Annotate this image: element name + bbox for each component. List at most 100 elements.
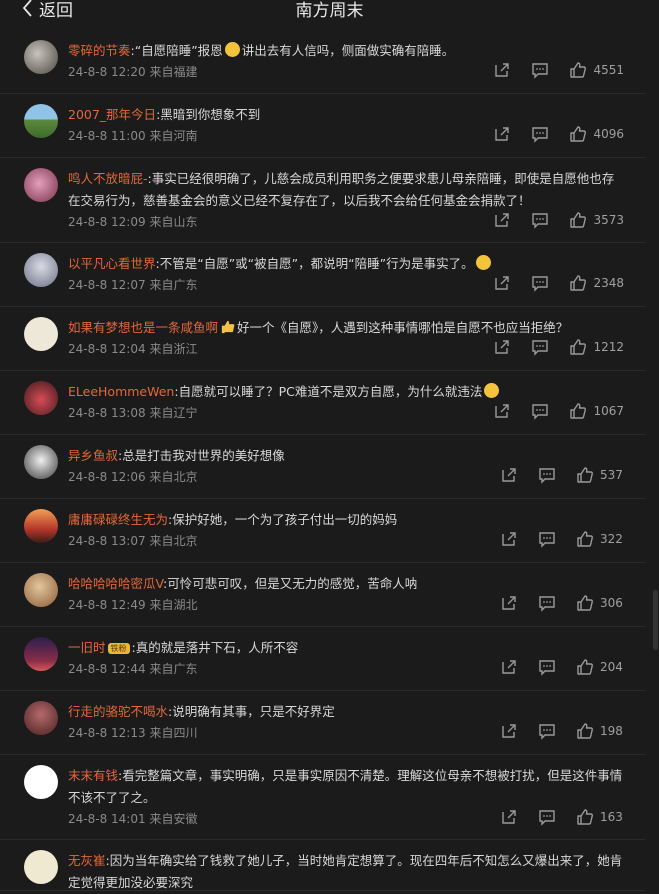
- thumbs-up-icon: [577, 809, 593, 825]
- share-icon: [502, 596, 516, 610]
- reply-button[interactable]: [531, 61, 549, 79]
- like-count: 198: [600, 724, 623, 738]
- comment-icon: [539, 810, 555, 826]
- reply-button[interactable]: [538, 658, 556, 676]
- comment-icon: [539, 660, 555, 676]
- avatar[interactable]: [24, 573, 58, 607]
- username-link[interactable]: 末末有钱: [68, 768, 118, 783]
- reply-button[interactable]: [538, 808, 556, 826]
- share-icon: [502, 660, 516, 674]
- comment-meta: 24-8-8 13:08 来自辽宁: [68, 404, 197, 421]
- like-button[interactable]: 3573: [569, 211, 624, 229]
- like-button[interactable]: 322: [576, 530, 624, 548]
- like-button[interactable]: 1212: [569, 338, 624, 356]
- thumbs-up-icon: [577, 467, 593, 483]
- like-button[interactable]: 306: [576, 594, 624, 612]
- comment-body: :说明确有其事，只是不好界定: [168, 704, 335, 719]
- avatar[interactable]: [24, 701, 58, 735]
- comment-date: 24-8-8 12:49: [68, 598, 146, 612]
- comment-item: 行走的骆驼不喝水:说明确有其事，只是不好界定 24-8-8 12:13 来自四川 1…: [0, 691, 645, 755]
- comment-text: 无灰崔:因为当年确实给了钱救了她儿子，当时她肯定想算了。现在四年后不知怎么又爆出…: [68, 850, 624, 894]
- comment-origin: 来自安徽: [149, 812, 198, 826]
- reply-button[interactable]: [538, 466, 556, 484]
- like-button[interactable]: 198: [576, 722, 624, 740]
- username-link[interactable]: 以平凡心看世界: [68, 256, 156, 271]
- username-link[interactable]: 庸庸碌碌终生无为: [68, 512, 168, 527]
- username-link[interactable]: 行走的骆驼不喝水: [68, 704, 168, 719]
- comment-origin: 来自河南: [149, 129, 198, 143]
- comment-actions: 306: [480, 594, 624, 612]
- comment-date: 24-8-8 14:01: [68, 812, 146, 826]
- username-link[interactable]: 如果有梦想也是一条咸鱼啊: [68, 320, 218, 335]
- username-link[interactable]: 鸣人不放暗屁-: [68, 171, 148, 186]
- like-button[interactable]: 537: [576, 466, 624, 484]
- reply-button[interactable]: [531, 211, 549, 229]
- username-link[interactable]: 无灰崔: [68, 853, 106, 868]
- like-count: 163: [600, 810, 623, 824]
- like-button[interactable]: 4096: [569, 125, 624, 143]
- comment-origin: 来自四川: [149, 726, 198, 740]
- share-button[interactable]: [493, 211, 511, 229]
- comment-meta: 24-8-8 12:09 来自山东: [68, 213, 197, 230]
- share-button[interactable]: [500, 722, 518, 740]
- page-title: 南方周末: [295, 1, 364, 21]
- avatar[interactable]: [24, 765, 58, 799]
- like-button[interactable]: 204: [576, 658, 624, 676]
- share-button[interactable]: [500, 658, 518, 676]
- share-button[interactable]: [500, 594, 518, 612]
- reply-button[interactable]: [538, 722, 556, 740]
- avatar[interactable]: [24, 381, 58, 415]
- comment-actions: 537: [480, 466, 624, 484]
- comment-body: :总是打击我对世界的美好想像: [118, 448, 285, 463]
- avatar[interactable]: [24, 104, 58, 138]
- like-button[interactable]: 1067: [569, 402, 624, 420]
- reply-button[interactable]: [538, 594, 556, 612]
- comment-body: :黑暗到你想象不到: [156, 107, 261, 122]
- share-button[interactable]: [493, 338, 511, 356]
- thumbs-up-icon: [570, 275, 587, 291]
- comment-date: 24-8-8 11:00: [68, 129, 146, 143]
- avatar[interactable]: [24, 168, 58, 202]
- share-button[interactable]: [493, 402, 511, 420]
- laughing-face-emoji-icon: [224, 42, 240, 57]
- comment-meta: 24-8-8 12:49 来自湖北: [68, 596, 197, 613]
- comment-date: 24-8-8 12:44: [68, 662, 146, 676]
- comment-item: 2007_那年今日:黑暗到你想象不到 24-8-8 11:00 来自河南 4096: [0, 94, 645, 158]
- comment-icon: [532, 63, 549, 79]
- share-button[interactable]: [500, 466, 518, 484]
- like-button[interactable]: 4551: [569, 61, 624, 79]
- avatar[interactable]: [24, 253, 58, 287]
- username-link[interactable]: 一旧时: [68, 640, 106, 655]
- username-link[interactable]: 哈哈哈哈哈密瓜V: [68, 576, 163, 591]
- avatar[interactable]: [24, 637, 58, 671]
- avatar[interactable]: [24, 509, 58, 543]
- reply-button[interactable]: [531, 274, 549, 292]
- share-button[interactable]: [493, 125, 511, 143]
- username-link[interactable]: 2007_那年今日: [68, 107, 156, 122]
- avatar[interactable]: [24, 40, 58, 74]
- username-link[interactable]: 异乡鱼叔: [68, 448, 118, 463]
- reply-button[interactable]: [531, 402, 549, 420]
- avatar[interactable]: [24, 850, 58, 884]
- scrollbar[interactable]: [651, 0, 659, 881]
- reply-button[interactable]: [531, 125, 549, 143]
- like-button[interactable]: 2348: [569, 274, 624, 292]
- reply-button[interactable]: [531, 338, 549, 356]
- share-button[interactable]: [493, 274, 511, 292]
- comment-meta: 24-8-8 14:01 来自安徽: [68, 810, 197, 827]
- share-button[interactable]: [500, 530, 518, 548]
- username-link[interactable]: 零碎的节奏: [68, 43, 131, 58]
- avatar[interactable]: [24, 445, 58, 479]
- comment-item: 无灰崔:因为当年确实给了钱救了她儿子，当时她肯定想算了。现在四年后不知怎么又爆出…: [0, 840, 645, 891]
- comment-origin: 来自福建: [149, 65, 198, 79]
- username-link[interactable]: ELeeHommeWen: [68, 384, 174, 399]
- reply-button[interactable]: [538, 530, 556, 548]
- comment-date: 24-8-8 13:07: [68, 534, 146, 548]
- share-button[interactable]: [493, 61, 511, 79]
- share-button[interactable]: [500, 808, 518, 826]
- comment-icon: [539, 724, 555, 740]
- like-button[interactable]: 163: [576, 808, 624, 826]
- avatar[interactable]: [24, 317, 58, 351]
- scrollbar-thumb[interactable]: [653, 590, 658, 650]
- comment-list: 零碎的节奏:“自愿陪睡”报恩 讲出去有人信吗，侧面做实确有陪睡。 24-8-8 12…: [0, 30, 645, 891]
